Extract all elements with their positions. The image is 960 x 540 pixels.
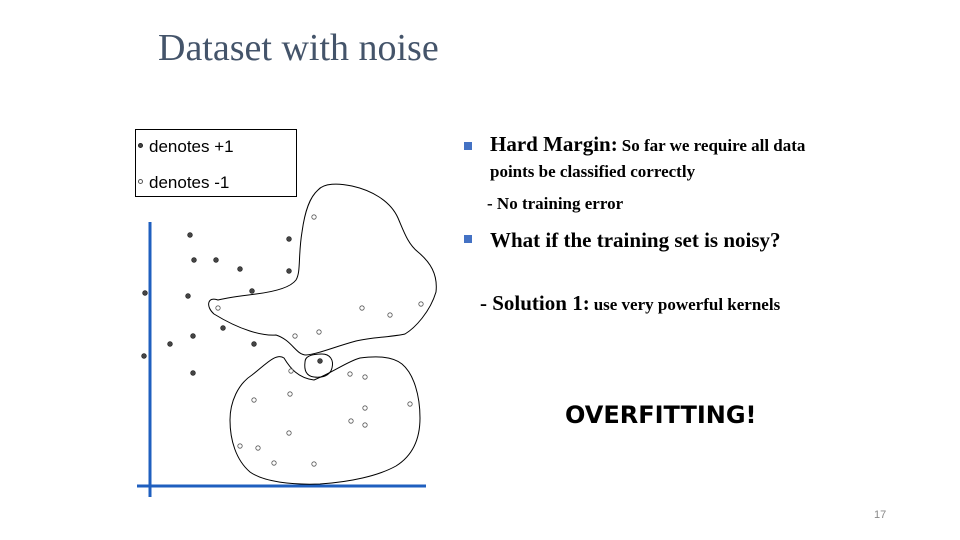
solution-text: use very powerful kernels: [593, 295, 781, 314]
positive-point: [142, 290, 148, 296]
negative-point: [362, 374, 368, 380]
overfit-decision-boundary: [208, 183, 437, 356]
negative-point: [359, 305, 365, 311]
negative-point: [292, 333, 298, 339]
negative-point: [311, 214, 317, 220]
legend-positive: denotes +1: [138, 136, 234, 158]
positive-point: [286, 236, 292, 242]
legend-negative: denotes -1: [138, 172, 229, 194]
negative-point: [288, 368, 294, 374]
negative-point: [237, 443, 243, 449]
negative-point: [286, 430, 292, 436]
hard-margin-label: Hard Margin:: [490, 132, 618, 156]
solution-1: - Solution 1: use very powerful kernels: [480, 290, 800, 319]
negative-point: [418, 301, 424, 307]
filled-dot-icon: [138, 143, 143, 149]
negative-point: [407, 401, 413, 407]
bullet-square-icon: [464, 142, 472, 150]
negative-point: [347, 371, 353, 377]
positive-point: [141, 353, 147, 359]
positive-point: [237, 266, 243, 272]
no-training-error: - No training error: [487, 194, 624, 213]
bullet-noisy-question: What if the training set is noisy?: [490, 228, 781, 252]
positive-point: [213, 257, 219, 263]
hollow-dot-icon: [138, 179, 143, 185]
legend-box: denotes +1 denotes -1: [135, 129, 297, 197]
positive-point: [286, 268, 292, 274]
positive-point: [185, 293, 191, 299]
page-number: 17: [874, 509, 887, 521]
positive-point: [190, 370, 196, 376]
negative-point: [271, 460, 277, 466]
negative-point: [362, 422, 368, 428]
positive-point: [249, 288, 255, 294]
data-points: [141, 214, 424, 467]
scatter-plot-diagram: [137, 183, 437, 497]
legend-negative-label: denotes -1: [149, 173, 230, 192]
positive-point: [220, 325, 226, 331]
negative-point: [348, 418, 354, 424]
bullet-square-icon: [464, 235, 472, 243]
negative-point: [387, 312, 393, 318]
legend-positive-label: denotes +1: [149, 137, 234, 156]
negative-point: [215, 305, 221, 311]
negative-point: [362, 405, 368, 411]
positive-point: [191, 257, 197, 263]
positive-point: [251, 341, 257, 347]
positive-point: [167, 341, 173, 347]
positive-point: [190, 333, 196, 339]
negative-point: [311, 461, 317, 467]
positive-point: [187, 232, 193, 238]
overfitting-label: OVERFITTING!: [565, 401, 757, 429]
solution-label: - Solution 1:: [480, 291, 590, 315]
negative-point: [255, 445, 261, 451]
negative-point: [251, 397, 257, 403]
positive-point: [317, 358, 323, 364]
negative-point: [316, 329, 322, 335]
bullet-hard-margin: Hard Margin: So far we require all data …: [490, 132, 820, 185]
negative-point: [287, 391, 293, 397]
